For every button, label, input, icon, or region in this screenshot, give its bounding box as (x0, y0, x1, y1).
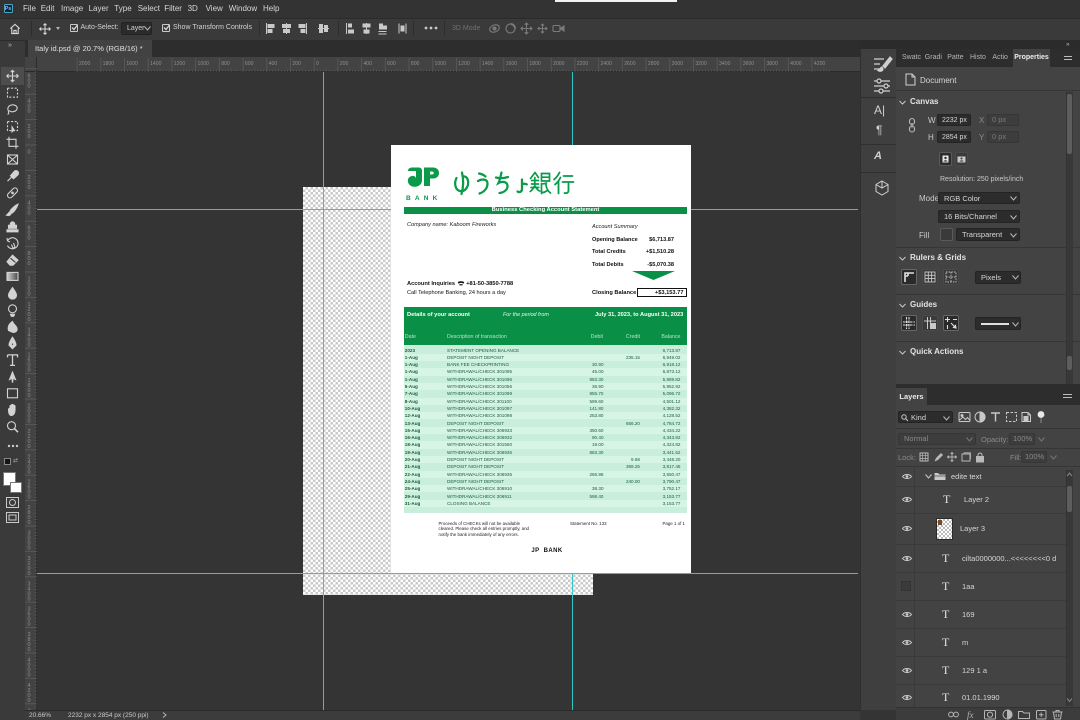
svg-text:0: 0 (28, 622, 31, 628)
svg-text:0: 0 (28, 444, 31, 450)
svg-text:3800: 3800 (766, 61, 778, 67)
svg-text:0: 0 (28, 210, 31, 216)
svg-text:0: 0 (28, 546, 31, 552)
svg-text:400: 400 (363, 61, 372, 67)
svg-text:0: 0 (28, 150, 31, 156)
svg-text:3600: 3600 (743, 61, 755, 67)
svg-text:0: 0 (28, 647, 31, 653)
svg-text:0: 0 (28, 469, 31, 475)
svg-text:0: 0 (28, 368, 31, 374)
svg-text:4200: 4200 (814, 61, 826, 67)
svg-text:2600: 2600 (624, 61, 636, 67)
svg-text:200: 200 (340, 61, 349, 67)
svg-text:0: 0 (28, 596, 31, 602)
svg-text:0: 0 (316, 61, 319, 67)
svg-text:0: 0 (28, 419, 31, 425)
svg-text:400: 400 (269, 61, 278, 67)
svg-text:4000: 4000 (790, 61, 802, 67)
svg-text:3000: 3000 (672, 61, 684, 67)
svg-text:1800: 1800 (529, 61, 541, 67)
svg-text:1000: 1000 (435, 61, 447, 67)
svg-text:800: 800 (411, 61, 420, 67)
svg-text:2200: 2200 (577, 61, 589, 67)
svg-text:600: 600 (387, 61, 396, 67)
svg-text:0: 0 (28, 261, 31, 267)
svg-text:800: 800 (221, 61, 230, 67)
svg-text:2000: 2000 (79, 61, 91, 67)
svg-text:0: 0 (28, 342, 31, 348)
svg-text:0: 0 (28, 185, 31, 191)
svg-text:1600: 1600 (506, 61, 518, 67)
svg-text:0: 0 (28, 292, 31, 298)
svg-text:0: 0 (28, 109, 31, 115)
svg-text:0: 0 (28, 134, 31, 140)
svg-text:1600: 1600 (126, 61, 138, 67)
svg-text:0: 0 (28, 236, 31, 242)
svg-text:1800: 1800 (103, 61, 115, 67)
svg-text:200: 200 (292, 61, 301, 67)
svg-text:0: 0 (28, 673, 31, 679)
svg-text:1400: 1400 (482, 61, 494, 67)
svg-text:0: 0 (28, 698, 31, 704)
svg-text:3200: 3200 (695, 61, 707, 67)
svg-text:0: 0 (28, 495, 31, 501)
svg-text:2400: 2400 (601, 61, 613, 67)
svg-text:BANK: BANK (406, 195, 442, 202)
svg-text:0: 0 (28, 520, 31, 526)
svg-text:1400: 1400 (150, 61, 162, 67)
svg-text:0: 0 (28, 83, 31, 89)
svg-text:2000: 2000 (553, 61, 565, 67)
svg-text:0: 0 (28, 571, 31, 577)
svg-text:2800: 2800 (648, 61, 660, 67)
svg-text:0: 0 (28, 393, 31, 399)
svg-text:600: 600 (245, 61, 254, 67)
svg-text:1000: 1000 (198, 61, 210, 67)
svg-text:1200: 1200 (458, 61, 470, 67)
svg-text:0: 0 (28, 317, 31, 323)
svg-text:3400: 3400 (719, 61, 731, 67)
svg-text:fx: fx (967, 710, 974, 720)
svg-text:1200: 1200 (174, 61, 186, 67)
